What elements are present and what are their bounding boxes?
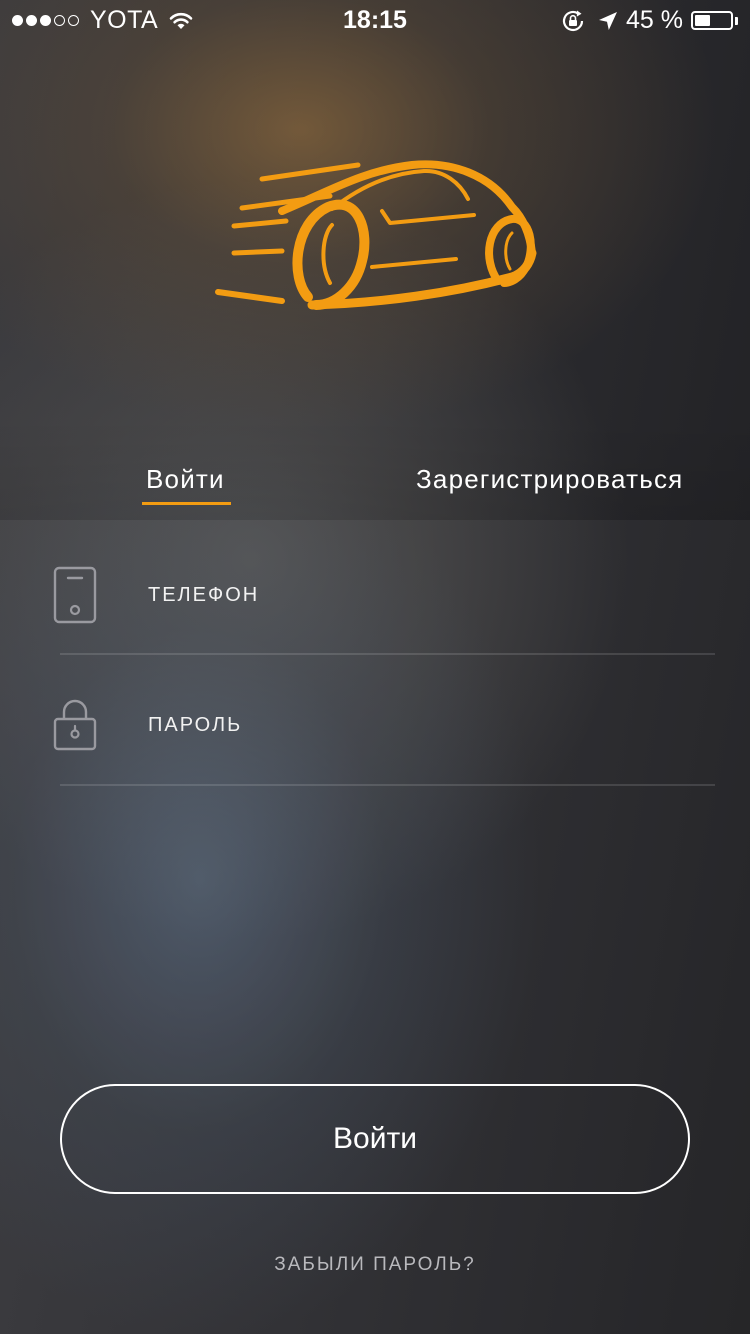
login-button[interactable]: Войти — [60, 1084, 690, 1194]
battery-icon — [691, 11, 733, 30]
tab-register[interactable]: Зарегистрироваться — [416, 464, 683, 495]
battery-tip — [735, 16, 738, 25]
forgot-password-link[interactable]: ЗАБЫЛИ ПАРОЛЬ? — [0, 1254, 750, 1276]
sports-car-icon — [215, 160, 537, 310]
phone-divider — [60, 653, 715, 655]
login-screen: YOTA 18:15 45 % Войти Зарегистрироваться… — [0, 0, 750, 1334]
lock-icon — [53, 699, 97, 751]
location-arrow-icon — [599, 11, 618, 30]
status-bar: YOTA 18:15 45 % — [0, 0, 750, 40]
battery-percent: 45 % — [626, 6, 683, 34]
phone-field-row — [52, 560, 714, 660]
battery-level — [695, 15, 710, 26]
phone-icon — [53, 566, 97, 624]
password-divider — [60, 784, 715, 786]
phone-input[interactable] — [148, 570, 688, 620]
active-tab-indicator — [142, 502, 231, 505]
password-field-row — [52, 690, 714, 790]
rotation-lock-icon — [562, 10, 584, 31]
password-input[interactable] — [148, 700, 688, 750]
tab-login[interactable]: Войти — [146, 464, 225, 495]
status-right: 45 % — [560, 6, 738, 35]
